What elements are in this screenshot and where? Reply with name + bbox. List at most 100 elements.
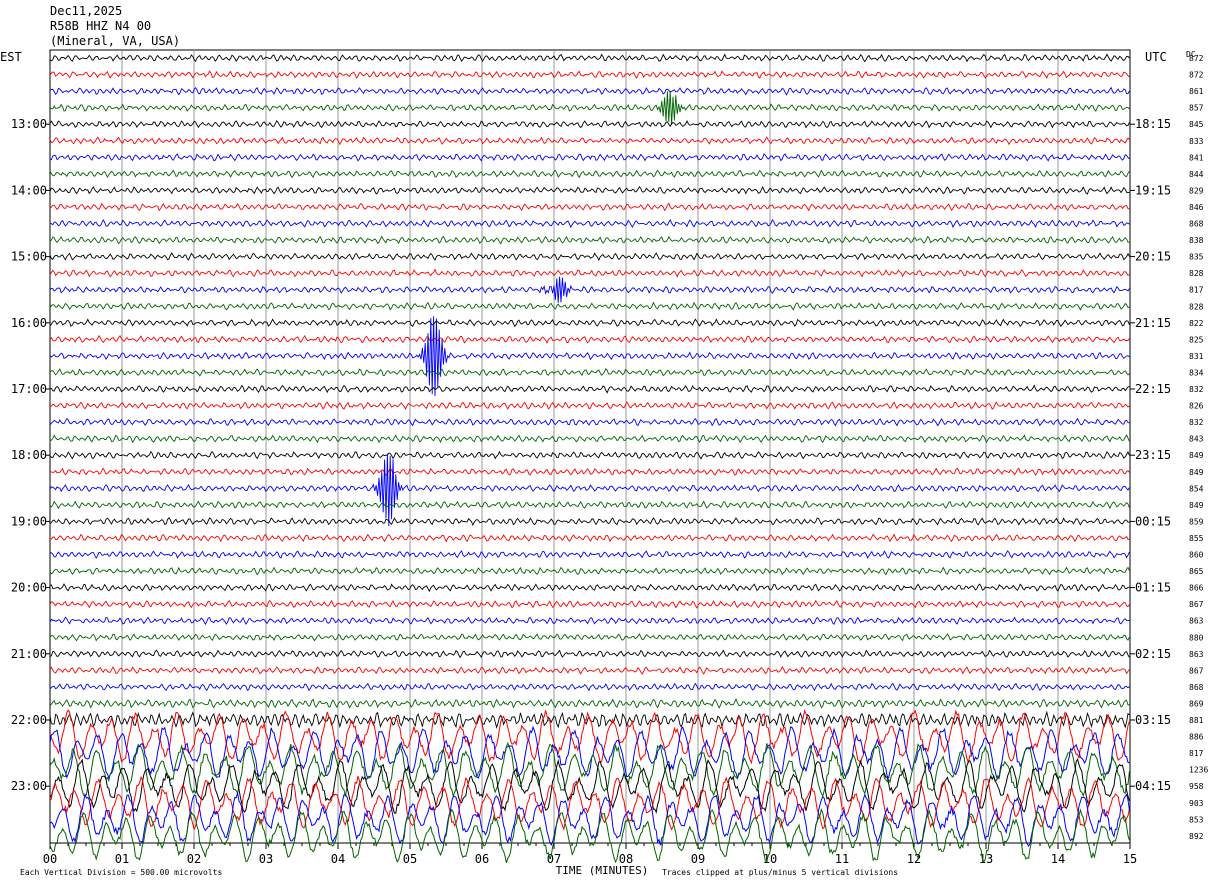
trace-row bbox=[49, 235, 1130, 245]
dc-offset-label: 872 bbox=[1189, 71, 1204, 80]
dc-offset-label: 903 bbox=[1189, 799, 1204, 808]
seismogram-plot: 00 01 02 03 04 05 06 07 08 09 10 11 12 13 14 1587287286… bbox=[0, 49, 1208, 877]
x-tick-label: 14 bbox=[1051, 852, 1065, 866]
dc-offset-label: 834 bbox=[1189, 368, 1204, 377]
dc-offset-label: 886 bbox=[1189, 733, 1204, 742]
trace-row bbox=[49, 649, 1130, 659]
trace-row bbox=[49, 757, 1130, 814]
dc-offset-label: 855 bbox=[1189, 534, 1204, 543]
right-hour-label: 00:15 bbox=[1135, 514, 1171, 528]
left-hour-label: 22:00 bbox=[11, 713, 47, 727]
trace-row bbox=[49, 467, 1130, 476]
dc-offset-label: 863 bbox=[1189, 650, 1204, 659]
dc-offset-label: 880 bbox=[1189, 633, 1204, 642]
dc-offset-label: 845 bbox=[1189, 120, 1204, 129]
trace-row bbox=[49, 616, 1130, 626]
scale-note: Each Vertical Division = 500.00 microvol… bbox=[20, 868, 222, 877]
trace-row bbox=[50, 384, 1130, 394]
trace-row bbox=[49, 453, 1130, 527]
left-hour-label: 23:00 bbox=[11, 779, 47, 793]
x-tick-label: 05 bbox=[403, 852, 417, 866]
dc-offset-label: 854 bbox=[1189, 484, 1204, 493]
dc-offset-label: 860 bbox=[1189, 551, 1204, 560]
trace-row bbox=[49, 550, 1130, 559]
trace-row bbox=[49, 119, 1130, 129]
dc-offset-label: 831 bbox=[1189, 352, 1204, 361]
x-tick-label: 04 bbox=[331, 852, 345, 866]
dc-offset-label: 863 bbox=[1189, 617, 1204, 626]
left-axis-label: EST bbox=[0, 50, 22, 64]
dc-offset-label: 868 bbox=[1189, 220, 1204, 229]
x-tick-label: 11 bbox=[835, 852, 849, 866]
clip-note: Traces clipped at plus/minus 5 vertical … bbox=[662, 868, 898, 877]
dc-offset-label: 866 bbox=[1189, 584, 1204, 593]
dc-offset-label: 892 bbox=[1189, 832, 1204, 841]
left-hour-label: 14:00 bbox=[11, 183, 47, 197]
trace-row bbox=[49, 710, 1130, 729]
x-tick-label: 15 bbox=[1123, 852, 1137, 866]
x-axis-title: TIME (MINUTES) bbox=[556, 864, 649, 877]
dc-offset-label: 835 bbox=[1189, 253, 1204, 262]
dc-offset-label: 817 bbox=[1189, 749, 1204, 758]
dc-offset-label: 868 bbox=[1189, 683, 1204, 692]
dc-offset-label: 832 bbox=[1189, 418, 1204, 427]
trace-row bbox=[49, 185, 1130, 195]
dc-offset-label: 829 bbox=[1189, 186, 1204, 195]
trace-row bbox=[49, 318, 1130, 328]
x-tick-label: 01 bbox=[115, 852, 129, 866]
left-hour-label: 18:00 bbox=[11, 448, 47, 462]
left-hour-label: 16:00 bbox=[11, 316, 47, 330]
dc-offset-label: 857 bbox=[1189, 104, 1204, 113]
x-tick-label: 02 bbox=[187, 852, 201, 866]
right-axis-label: UTC bbox=[1145, 50, 1167, 64]
trace-row bbox=[49, 697, 1130, 709]
dc-offset-label: 841 bbox=[1189, 153, 1204, 162]
left-hour-label: 20:00 bbox=[11, 581, 47, 595]
trace-row bbox=[49, 268, 1130, 278]
x-tick-label: 00 bbox=[43, 852, 57, 866]
left-hour-label: 21:00 bbox=[11, 647, 47, 661]
x-tick-label: 09 bbox=[691, 852, 705, 866]
right-hour-label: 19:15 bbox=[1135, 183, 1171, 197]
x-tick-label: 06 bbox=[475, 852, 489, 866]
right-hour-label: 03:15 bbox=[1135, 713, 1171, 727]
dc-offset-label: 861 bbox=[1189, 87, 1204, 96]
trace-row bbox=[49, 583, 1130, 593]
left-hour-label: 17:00 bbox=[11, 382, 47, 396]
trace-row bbox=[49, 136, 1130, 146]
trace-row bbox=[49, 792, 1130, 847]
helicorder-page: Dec11,2025 R58B HHZ N4 00 (Mineral, VA, … bbox=[0, 0, 1210, 886]
trace-row bbox=[49, 367, 1130, 377]
dc-offset-label: 865 bbox=[1189, 567, 1204, 576]
trace-row bbox=[49, 334, 1130, 344]
right-hour-label: 23:15 bbox=[1135, 448, 1171, 462]
trace-row bbox=[49, 434, 1130, 444]
dc-offset-label: 844 bbox=[1189, 170, 1204, 179]
dc-label: DC bbox=[1186, 50, 1196, 59]
dc-offset-label: 843 bbox=[1189, 435, 1204, 444]
trace-row bbox=[49, 316, 1130, 397]
dc-offset-label: 828 bbox=[1189, 302, 1204, 311]
left-hour-label: 15:00 bbox=[11, 250, 47, 264]
dc-offset-label: 846 bbox=[1189, 203, 1204, 212]
dc-offset-label: 853 bbox=[1189, 815, 1204, 824]
trace-row bbox=[49, 90, 1130, 125]
trace-row bbox=[49, 169, 1130, 179]
trace-row bbox=[49, 301, 1130, 311]
trace-row bbox=[49, 153, 1130, 162]
right-hour-label: 01:15 bbox=[1135, 581, 1171, 595]
dc-offset-label: 838 bbox=[1189, 236, 1204, 245]
trace-row bbox=[49, 500, 1130, 510]
dc-offset-label: 849 bbox=[1189, 468, 1204, 477]
trace-row bbox=[49, 682, 1130, 692]
x-tick-label: 03 bbox=[259, 852, 273, 866]
right-hour-label: 02:15 bbox=[1135, 647, 1171, 661]
dc-offset-label: 859 bbox=[1189, 517, 1204, 526]
left-hour-label: 19:00 bbox=[11, 514, 47, 528]
dc-offset-label: 828 bbox=[1189, 269, 1204, 278]
trace-row bbox=[49, 202, 1130, 212]
dc-offset-label: 958 bbox=[1189, 782, 1204, 791]
dc-offset-label: 832 bbox=[1189, 385, 1204, 394]
dc-offset-label: 1236 bbox=[1189, 766, 1208, 775]
trace-row bbox=[49, 86, 1130, 96]
